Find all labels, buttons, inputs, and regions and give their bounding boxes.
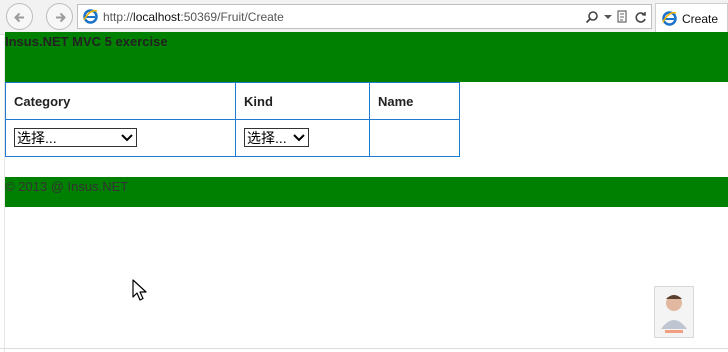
mouse-cursor-icon (132, 279, 147, 301)
kind-select-value: 选择... (247, 129, 287, 146)
back-icon (14, 12, 24, 23)
browser-tab[interactable]: Create (655, 3, 728, 33)
category-select[interactable]: 选择... (14, 128, 137, 148)
column-kind: Kind (235, 82, 370, 120)
chevron-down-icon (121, 134, 133, 142)
avatar (654, 286, 694, 338)
chevron-down-icon (293, 134, 305, 142)
form-input-row: 选择... 选择... (5, 119, 460, 157)
site-header: Insus.NET MVC 5 exercise (5, 32, 728, 82)
refresh-icon[interactable] (634, 11, 647, 24)
tab-ie-icon (662, 11, 677, 26)
category-select-value: 选择... (17, 129, 57, 146)
address-url: http://localhost:50369/Fruit/Create (103, 10, 284, 24)
person-photo-icon (661, 295, 687, 333)
site-footer: © 2013 @ Insus.NET (5, 177, 728, 207)
dropdown-icon[interactable] (604, 14, 612, 20)
footer-copyright: © 2013 @ Insus.NET (5, 179, 129, 194)
compatibility-icon[interactable] (617, 10, 629, 24)
form-header-row: Category Kind Name (5, 82, 460, 120)
forward-icon (56, 12, 66, 23)
search-icon[interactable] (585, 10, 599, 24)
back-button[interactable] (6, 3, 33, 30)
window-border-bottom (0, 348, 728, 349)
column-category: Category (5, 82, 236, 120)
fruit-create-form: Category Kind Name 选择... 选择... (5, 82, 460, 157)
column-name: Name (369, 82, 460, 120)
address-bar[interactable]: http://localhost:50369/Fruit/Create (77, 4, 652, 29)
kind-cell: 选择... (235, 119, 370, 157)
kind-select[interactable]: 选择... (244, 128, 309, 148)
browser-toolbar: http://localhost:50369/Fruit/Create Crea… (0, 0, 728, 35)
category-cell: 选择... (5, 119, 236, 157)
forward-button[interactable] (46, 3, 73, 30)
tab-title: Create (682, 12, 719, 26)
page-title: Insus.NET MVC 5 exercise (5, 34, 168, 49)
name-cell (369, 119, 460, 157)
ie-icon (83, 9, 98, 24)
